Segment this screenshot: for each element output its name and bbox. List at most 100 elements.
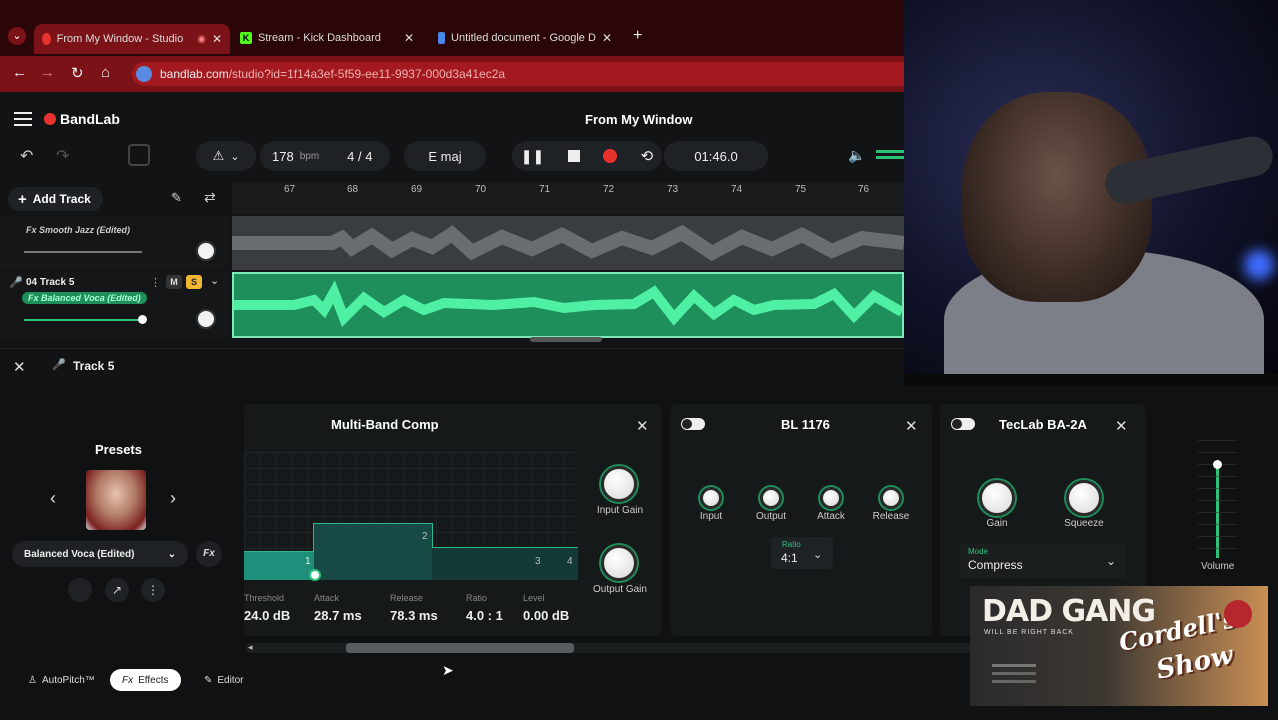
- tab-editor[interactable]: ✎ Editor: [192, 669, 256, 691]
- more-options-icon[interactable]: ⋮: [141, 578, 165, 602]
- track-fx-label[interactable]: Fx Balanced Voca (Edited): [22, 292, 147, 304]
- track-lane[interactable]: [232, 272, 905, 338]
- tab-autopitch[interactable]: ♙ AutoPitch™: [16, 669, 107, 691]
- tab-title: From My Window - Studio: [56, 33, 184, 45]
- tab-search-icon[interactable]: ⌄: [8, 27, 26, 45]
- track-volume-slider[interactable]: [24, 251, 142, 253]
- project-title: From My Window: [585, 112, 693, 127]
- save-preset-icon[interactable]: [68, 578, 92, 602]
- autopitch-icon: ♙: [28, 674, 37, 686]
- microphone-icon: 🎤: [9, 277, 23, 289]
- param-value[interactable]: 24.0 dB: [244, 608, 290, 623]
- record-icon[interactable]: [603, 149, 618, 163]
- share-icon[interactable]: ↗: [105, 578, 129, 602]
- band-handle[interactable]: [309, 569, 321, 581]
- close-tab-icon[interactable]: ✕: [404, 31, 414, 45]
- close-tab-icon[interactable]: ✕: [212, 32, 222, 46]
- close-panel-icon[interactable]: ✕: [13, 358, 26, 376]
- band-label[interactable]: 3: [535, 556, 541, 567]
- key-selector[interactable]: E maj: [404, 141, 486, 171]
- url-path: /studio?id=1f14a3ef-5f59-ee11-9937-000d3…: [228, 67, 506, 81]
- metronome-button[interactable]: ⚠ ⌄: [196, 141, 256, 171]
- squeeze-knob[interactable]: [1066, 480, 1102, 516]
- pan-knob[interactable]: [196, 309, 216, 329]
- tab-effects[interactable]: Fx Effects: [110, 669, 181, 691]
- volume-icon[interactable]: 🔈: [848, 147, 865, 164]
- track-volume-slider[interactable]: [24, 319, 142, 321]
- solo-button[interactable]: S: [186, 275, 202, 289]
- site-info-icon[interactable]: [136, 66, 152, 82]
- param-value[interactable]: 28.7 ms: [314, 608, 362, 623]
- param-value[interactable]: 0.00 dB: [523, 608, 569, 623]
- tab-studio[interactable]: From My Window - Studio ◉ ✕: [34, 24, 230, 54]
- band-label[interactable]: 4: [567, 556, 573, 567]
- close-effect-icon[interactable]: ✕: [636, 417, 649, 435]
- settings-icon[interactable]: ⇄: [204, 189, 216, 206]
- chevron-down-icon: ⌄: [813, 549, 823, 561]
- volume-handle[interactable]: [138, 315, 147, 324]
- track-name[interactable]: 04 Track 5: [26, 277, 74, 288]
- gain-knob[interactable]: [979, 480, 1015, 516]
- blue-light: [1244, 250, 1274, 280]
- pan-knob[interactable]: [196, 241, 216, 261]
- timeline-scrollbar[interactable]: [530, 337, 602, 342]
- mute-button[interactable]: M: [166, 275, 182, 289]
- pause-icon[interactable]: ❚❚: [521, 148, 544, 165]
- master-level-meter: [876, 150, 904, 153]
- loop-icon[interactable]: ⟲: [641, 147, 654, 165]
- previous-preset-icon[interactable]: ‹: [50, 488, 56, 509]
- chevron-down-icon[interactable]: ⌄: [210, 274, 219, 287]
- volume-handle[interactable]: [1213, 460, 1222, 469]
- stop-icon[interactable]: [567, 150, 580, 162]
- output-knob[interactable]: [760, 487, 782, 509]
- tempo-control[interactable]: 178 bpm 4 / 4: [260, 141, 390, 171]
- input-gain-knob[interactable]: [601, 466, 637, 502]
- effect-title: BL 1176: [781, 417, 830, 432]
- release-knob[interactable]: [880, 487, 902, 509]
- undo-icon[interactable]: ↶: [20, 146, 33, 166]
- knob-label: Output Gain: [593, 584, 647, 595]
- preset-select[interactable]: Balanced Voca (Edited) ⌄: [12, 541, 188, 567]
- chevron-down-icon: ⌄: [1106, 554, 1117, 568]
- param-value[interactable]: 78.3 ms: [390, 608, 438, 623]
- volume-scale: [1198, 440, 1238, 558]
- tab-kick[interactable]: K Stream - Kick Dashboard ✕: [232, 26, 422, 50]
- reload-icon[interactable]: ↻: [71, 64, 84, 82]
- back-icon[interactable]: ←: [12, 64, 27, 81]
- forward-icon[interactable]: →: [40, 64, 55, 81]
- next-preset-icon[interactable]: ›: [170, 488, 176, 509]
- preset-thumbnail[interactable]: [86, 470, 146, 530]
- output-gain-knob[interactable]: [601, 545, 637, 581]
- attack-knob[interactable]: [820, 487, 842, 509]
- effect-toggle[interactable]: [951, 418, 975, 430]
- close-effect-icon[interactable]: ✕: [1115, 417, 1128, 435]
- save-icon[interactable]: [128, 144, 150, 166]
- effects-scrollbar-thumb[interactable]: [346, 643, 574, 653]
- mode-select[interactable]: Mode Compress ⌄: [960, 544, 1126, 578]
- tab-google-docs[interactable]: Untitled document - Google D ✕: [430, 26, 620, 50]
- plus-icon: +: [18, 190, 27, 208]
- address-bar[interactable]: bandlab.com/studio?id=1f14a3ef-5f59-ee11…: [132, 62, 904, 86]
- fx-button[interactable]: Fx: [196, 541, 222, 567]
- bandlab-logo[interactable]: BandLab: [44, 111, 120, 127]
- new-tab-button[interactable]: +: [633, 27, 642, 45]
- home-icon[interactable]: ⌂: [101, 64, 110, 81]
- track-lane[interactable]: [232, 216, 905, 270]
- band-label[interactable]: 2: [422, 531, 428, 542]
- redo-icon[interactable]: ↷: [56, 146, 69, 166]
- ratio-select[interactable]: Ratio 4:1 ⌄: [771, 537, 833, 569]
- effect-toggle[interactable]: [681, 418, 705, 430]
- scroll-left-icon[interactable]: ◂: [248, 642, 253, 653]
- tuner-icon[interactable]: ✎: [171, 190, 182, 206]
- track-options-icon[interactable]: ⋮: [150, 276, 161, 289]
- band-graph[interactable]: [244, 452, 578, 580]
- volume-label: Volume: [1201, 561, 1235, 572]
- param-value[interactable]: 4.0 : 1: [466, 608, 503, 623]
- close-tab-icon[interactable]: ✕: [602, 31, 612, 45]
- menu-icon[interactable]: [14, 112, 32, 126]
- track-fx-label[interactable]: Fx Smooth Jazz (Edited): [26, 225, 130, 235]
- close-effect-icon[interactable]: ✕: [905, 417, 918, 435]
- add-track-button[interactable]: + Add Track: [8, 187, 103, 211]
- band-label[interactable]: 1: [305, 556, 311, 567]
- input-knob[interactable]: [700, 487, 722, 509]
